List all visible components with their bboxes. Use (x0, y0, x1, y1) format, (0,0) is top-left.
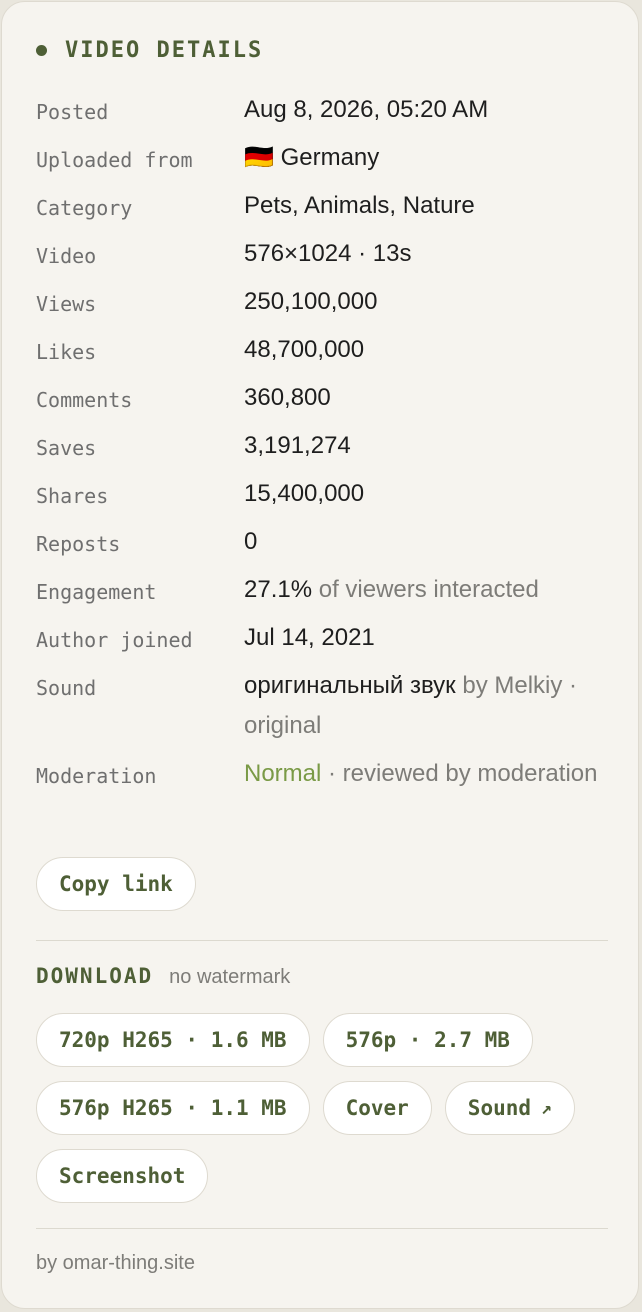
detail-label: Shares (36, 484, 109, 508)
divider (36, 940, 608, 941)
detail-label: Sound (36, 676, 97, 700)
detail-row-sound: Sound оригинальный звук by Melkiy · orig… (36, 666, 610, 754)
detail-row-category: Category Pets, Animals, Nature (36, 186, 610, 234)
detail-row-video: Video 576×1024 · 13s (36, 234, 610, 282)
detail-row-engagement: Engagement 27.1% of viewers interacted (36, 570, 610, 618)
detail-value: 576×1024 · 13s (244, 240, 412, 267)
detail-label: Saves (36, 436, 97, 460)
download-buttons-row-2: 576p H265 · 1.1 MB Cover Sound ↗ (36, 1081, 575, 1135)
download-header: DOWNLOAD no watermark (36, 964, 290, 989)
germany-flag-icon: 🇩🇪 (244, 144, 274, 171)
details-list: Posted Aug 8, 2026, 05:20 AM Uploaded fr… (36, 90, 610, 842)
engagement-note: of viewers interacted (312, 576, 539, 603)
detail-row-moderation: Moderation Normal · reviewed by moderati… (36, 754, 610, 842)
download-subtitle: no watermark (169, 966, 291, 988)
download-title: DOWNLOAD (36, 964, 154, 988)
detail-label: Engagement (36, 580, 157, 604)
detail-value: 0 (244, 528, 258, 555)
engagement-rate: 27.1% (244, 576, 313, 603)
detail-value-wrap: оригинальный звук by Melkiy · original (244, 666, 610, 746)
detail-label: Author joined (36, 628, 193, 652)
detail-label: Uploaded from (36, 148, 193, 172)
download-buttons-row-3: Screenshot (36, 1149, 209, 1203)
moderation-status: Normal (244, 760, 322, 787)
detail-value: Aug 8, 2026, 05:20 AM (244, 96, 489, 123)
detail-label: Likes (36, 340, 97, 364)
download-screenshot-button[interactable]: Screenshot (36, 1149, 209, 1203)
detail-value-wrap: 🇩🇪 Germany (244, 138, 610, 178)
external-link-icon: ↗ (541, 1097, 552, 1119)
sound-button-label: Sound (467, 1096, 532, 1120)
sound-title: оригинальный звук (244, 672, 456, 699)
download-576p-h265-button[interactable]: 576p H265 · 1.1 MB (36, 1081, 310, 1135)
detail-value: 3,191,274 (244, 432, 351, 459)
detail-label: Views (36, 292, 97, 316)
detail-row-posted: Posted Aug 8, 2026, 05:20 AM (36, 90, 610, 138)
detail-label: Reposts (36, 532, 121, 556)
detail-value-wrap: Normal · reviewed by moderation (244, 754, 610, 794)
detail-value: 360,800 (244, 384, 331, 411)
divider (36, 1228, 608, 1229)
download-sound-button[interactable]: Sound ↗ (444, 1081, 575, 1135)
detail-label: Comments (36, 388, 133, 412)
moderation-note: · reviewed by moderation (321, 760, 598, 787)
detail-value: Germany (280, 144, 380, 171)
detail-row-reposts: Reposts 0 (36, 522, 610, 570)
download-buttons-row-1: 720p H265 · 1.6 MB 576p · 2.7 MB (36, 1013, 533, 1067)
detail-row-comments: Comments 360,800 (36, 378, 610, 426)
detail-label: Moderation (36, 764, 157, 788)
detail-label: Category (36, 196, 133, 220)
detail-value: 15,400,000 (244, 480, 365, 507)
detail-value: Pets, Animals, Nature (244, 192, 475, 219)
detail-value: Jul 14, 2021 (244, 624, 375, 651)
detail-row-uploaded-from: Uploaded from 🇩🇪 Germany (36, 138, 610, 186)
detail-row-author-joined: Author joined Jul 14, 2021 (36, 618, 610, 666)
detail-value-wrap: 27.1% of viewers interacted (244, 570, 610, 610)
detail-row-views: Views 250,100,000 (36, 282, 610, 330)
download-cover-button[interactable]: Cover (322, 1081, 432, 1135)
video-details-card: VIDEO DETAILS Posted Aug 8, 2026, 05:20 … (1, 1, 639, 1309)
detail-row-saves: Saves 3,191,274 (36, 426, 610, 474)
detail-value: 250,100,000 (244, 288, 378, 315)
copy-link-button[interactable]: Copy link (36, 857, 196, 911)
detail-value: 48,700,000 (244, 336, 365, 363)
detail-row-likes: Likes 48,700,000 (36, 330, 610, 378)
detail-label: Video (36, 244, 97, 268)
detail-row-shares: Shares 15,400,000 (36, 474, 610, 522)
card-title: VIDEO DETAILS (65, 38, 264, 63)
status-dot-icon (36, 45, 47, 56)
detail-label: Posted (36, 100, 109, 124)
card-header: VIDEO DETAILS (36, 38, 263, 63)
download-720p-h265-button[interactable]: 720p H265 · 1.6 MB (36, 1013, 310, 1067)
download-576p-button[interactable]: 576p · 2.7 MB (322, 1013, 533, 1067)
footer-credit: by omar-thing.site (36, 1252, 195, 1274)
